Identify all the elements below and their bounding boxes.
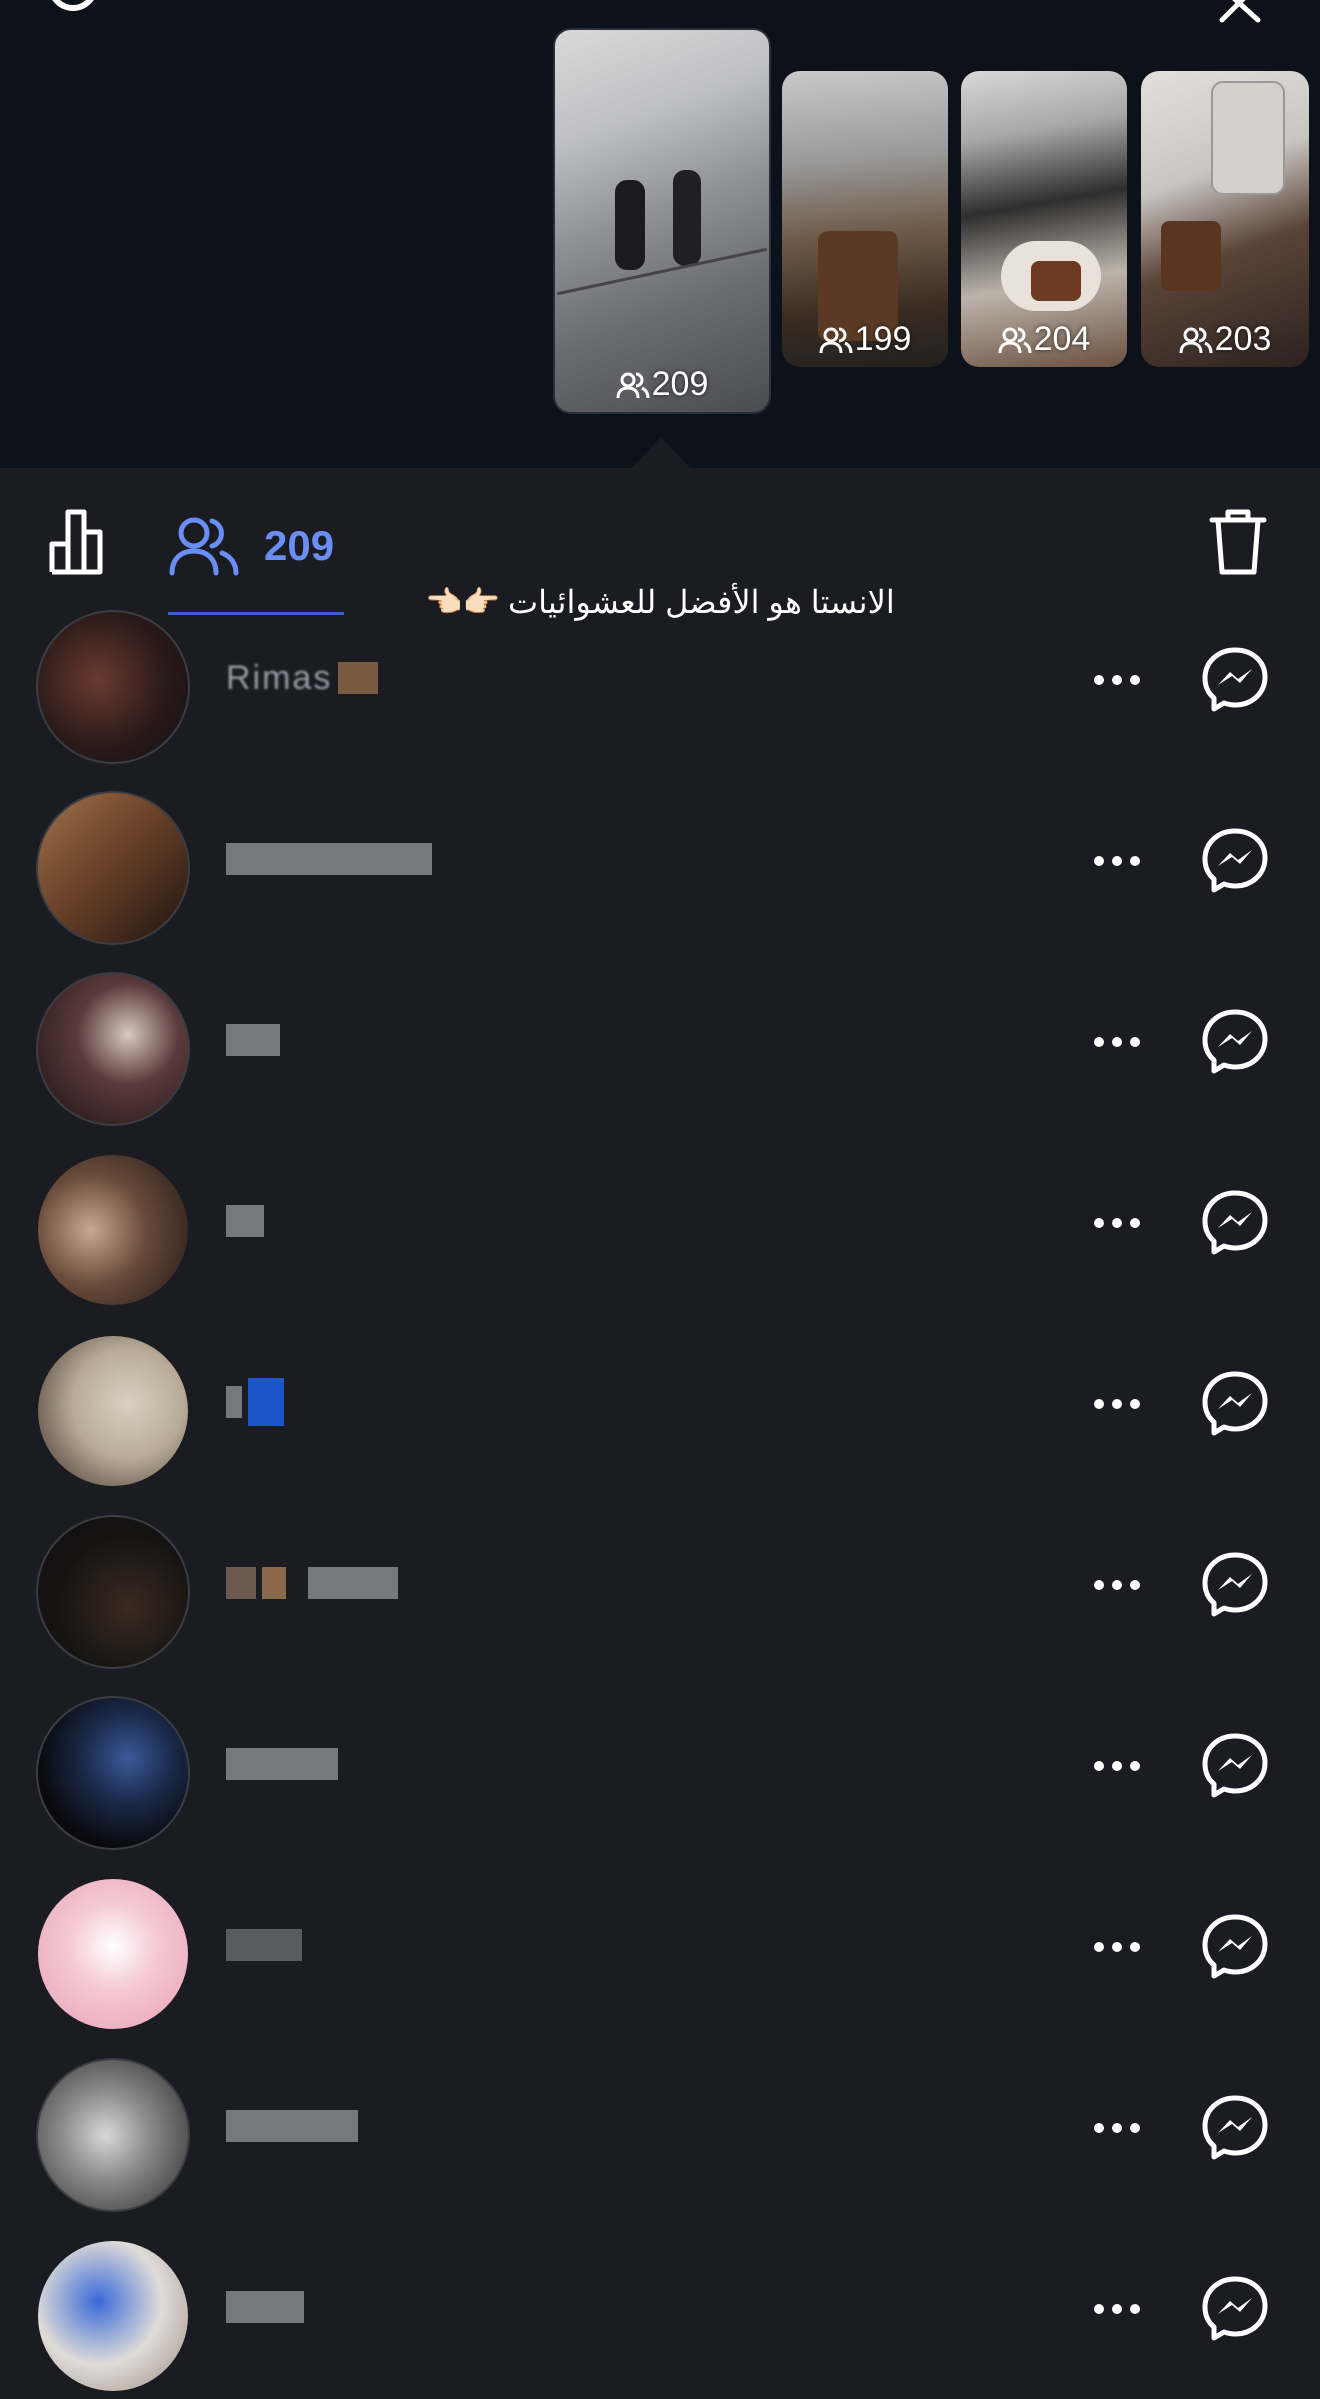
messenger-icon[interactable] — [1200, 1369, 1270, 1439]
viewers-icon — [819, 327, 853, 353]
blurred-username — [226, 2291, 304, 2323]
more-icon[interactable] — [1092, 854, 1142, 868]
username[interactable] — [226, 1018, 280, 1062]
avatar[interactable] — [36, 610, 190, 764]
avatar[interactable] — [36, 1334, 190, 1488]
more-icon[interactable] — [1092, 2302, 1142, 2316]
more-icon[interactable] — [1092, 1940, 1142, 1954]
username[interactable] — [226, 837, 432, 881]
blurred-username — [226, 1929, 302, 1961]
messenger-icon[interactable] — [1200, 2274, 1270, 2344]
avatar[interactable] — [36, 1153, 190, 1307]
messenger-icon[interactable] — [1200, 1007, 1270, 1077]
story-thumbnail[interactable]: 203 — [1141, 71, 1309, 367]
username[interactable] — [226, 1561, 398, 1605]
messenger-icon[interactable] — [1200, 826, 1270, 896]
blurred-username — [226, 1567, 256, 1599]
list-item[interactable] — [0, 1495, 1320, 1675]
close-icon[interactable] — [1214, 0, 1266, 24]
avatar[interactable] — [36, 1877, 190, 2031]
messenger-icon[interactable] — [1200, 1188, 1270, 1258]
story-viewer-count: 209 — [555, 365, 769, 404]
username[interactable] — [226, 1923, 302, 1967]
story-viewer-count-value: 203 — [1214, 320, 1272, 358]
blurred-username — [226, 843, 432, 875]
blurred-username — [226, 2110, 358, 2142]
username-text: Rimas — [226, 658, 333, 697]
messenger-icon[interactable] — [1200, 2093, 1270, 2163]
avatar[interactable] — [36, 1696, 190, 1850]
selected-story-pointer — [631, 437, 691, 469]
username[interactable] — [226, 1378, 284, 1426]
blurred-username — [226, 1205, 264, 1237]
avatar[interactable] — [36, 1515, 190, 1669]
list-item[interactable] — [0, 1676, 1320, 1856]
story-viewer-count: 199 — [782, 320, 948, 359]
list-item[interactable] — [0, 1133, 1320, 1313]
list-item[interactable] — [0, 1857, 1320, 2037]
avatar[interactable] — [36, 791, 190, 945]
more-icon[interactable] — [1092, 1759, 1142, 1773]
viewers-icon — [1179, 327, 1213, 353]
blurred-username — [338, 662, 379, 694]
blurred-username — [226, 1386, 242, 1418]
trash-icon[interactable] — [1206, 506, 1270, 578]
more-icon[interactable] — [1092, 1035, 1142, 1049]
username[interactable]: Rimas — [226, 656, 379, 700]
avatar[interactable] — [36, 2058, 190, 2212]
people-icon — [169, 517, 239, 576]
story-viewer-count-value: 209 — [651, 365, 709, 403]
list-item[interactable] — [0, 2219, 1320, 2399]
blurred-username — [226, 1748, 338, 1780]
blurred-emoji — [248, 1378, 284, 1426]
list-item[interactable] — [0, 952, 1320, 1132]
messenger-icon[interactable] — [1200, 1912, 1270, 1982]
messenger-icon[interactable] — [1200, 1731, 1270, 1801]
tab-viewers[interactable]: 209 — [168, 506, 334, 586]
story-viewer-count: 204 — [961, 320, 1127, 359]
avatar[interactable] — [36, 972, 190, 1126]
viewers-icon — [616, 372, 650, 398]
username[interactable] — [226, 1199, 264, 1243]
story-thumbnail[interactable]: 204 — [961, 71, 1127, 367]
more-icon[interactable] — [1092, 1397, 1142, 1411]
list-item[interactable] — [0, 771, 1320, 951]
bar-chart-icon[interactable] — [48, 506, 118, 576]
username[interactable] — [226, 1742, 338, 1786]
story-viewer-count-value: 204 — [1033, 320, 1091, 358]
story-viewer-count: 203 — [1141, 320, 1309, 359]
blurred-username — [226, 1024, 280, 1056]
story-thumbnail-selected[interactable]: 209 — [553, 28, 771, 414]
more-icon[interactable] — [1092, 673, 1142, 687]
list-item[interactable]: Rimas — [0, 590, 1320, 770]
more-icon[interactable] — [1092, 2121, 1142, 2135]
list-item[interactable] — [0, 2038, 1320, 2218]
username[interactable] — [226, 2104, 358, 2148]
story-header: 209 199 204 203 — [0, 0, 1320, 469]
blurred-username — [308, 1567, 398, 1599]
messenger-icon[interactable] — [1200, 1550, 1270, 1620]
blurred-emoji — [262, 1567, 286, 1599]
more-icon[interactable] — [1092, 1578, 1142, 1592]
viewers-count: 209 — [264, 522, 335, 569]
list-item[interactable] — [0, 1314, 1320, 1494]
more-icon[interactable] — [1092, 1216, 1142, 1230]
messenger-icon[interactable] — [1200, 645, 1270, 715]
avatar[interactable] — [36, 2239, 190, 2393]
story-thumbnail[interactable]: 199 — [782, 71, 948, 367]
username[interactable] — [226, 2285, 304, 2329]
story-viewer-count-value: 199 — [854, 320, 912, 358]
gear-icon[interactable] — [38, 0, 108, 28]
viewers-icon — [998, 327, 1032, 353]
